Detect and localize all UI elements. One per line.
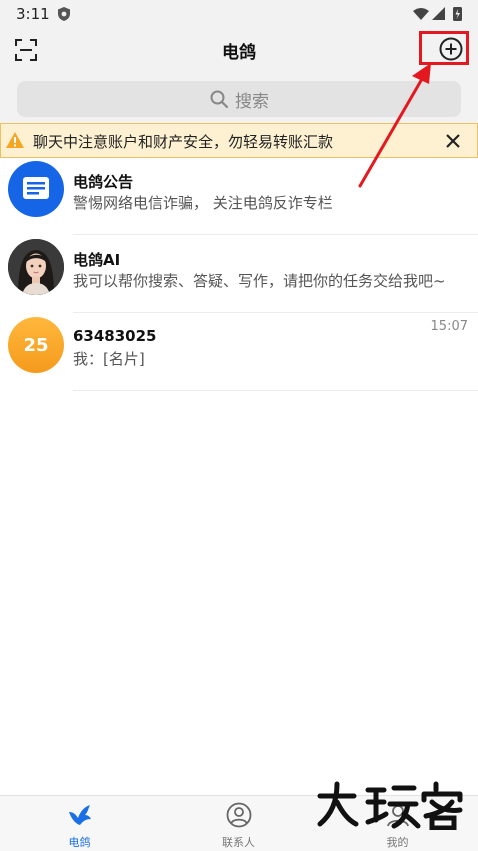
divider <box>73 234 478 235</box>
shield-icon <box>58 7 70 21</box>
avatar-text: 25 <box>23 334 49 356</box>
search-input[interactable]: 搜索 <box>17 81 461 117</box>
tab-messages[interactable]: 电鸽 <box>0 796 159 851</box>
chat-item-announcement[interactable]: 电鸽公告 警惕网络电信诈骗， 关注电鸽反诈专栏 <box>0 158 478 236</box>
notice-avatar <box>8 161 64 217</box>
tab-label: 联系人 <box>222 836 255 849</box>
user-avatar: 25 <box>8 317 64 373</box>
signal-icons <box>413 7 462 21</box>
warning-text: 聊天中注意账户和财产安全，勿轻易转账汇款 <box>33 133 334 151</box>
avatar <box>8 239 64 295</box>
safety-warning-banner: 聊天中注意账户和财产安全，勿轻易转账汇款 <box>0 123 478 158</box>
page-title: 电鸽 <box>222 43 256 63</box>
watermark-logo <box>317 781 463 830</box>
chat-time: 15:07 <box>430 319 468 334</box>
chat-preview: 我可以帮你搜索、答疑、写作，请把你的任务交给我吧~ <box>73 272 446 290</box>
close-icon[interactable] <box>444 132 462 150</box>
tab-label: 我的 <box>386 836 409 849</box>
status-bar: 3:11 <box>0 0 478 28</box>
search-placeholder: 搜索 <box>235 91 269 112</box>
divider <box>73 312 478 313</box>
highlight-box <box>419 31 469 65</box>
divider <box>73 390 478 391</box>
chat-name: 电鸽公告 <box>73 173 134 191</box>
ai-avatar-portrait <box>8 239 64 295</box>
chat-preview: 警惕网络电信诈骗， 关注电鸽反诈专栏 <box>73 194 333 212</box>
app-header: 电鸽 <box>0 28 478 72</box>
pigeon-icon <box>68 805 91 825</box>
tab-contacts[interactable]: 联系人 <box>159 796 318 851</box>
notice-icon <box>23 177 49 199</box>
search-icon <box>210 90 229 109</box>
chat-name: 电鸽AI <box>73 251 121 269</box>
chat-item-user[interactable]: 25 63483025 15:07 我：[名片] <box>0 314 478 392</box>
warning-icon <box>6 132 24 148</box>
chat-name: 63483025 <box>73 327 157 345</box>
chat-item-ai[interactable]: 电鸽AI 我可以帮你搜索、答疑、写作，请把你的任务交给我吧~ <box>0 236 478 314</box>
status-time: 3:11 <box>16 5 50 23</box>
search-area: 搜索 <box>0 72 478 124</box>
contact-icon <box>226 802 251 828</box>
chat-preview: 我：[名片] <box>73 350 145 368</box>
tab-label: 电鸽 <box>68 836 91 849</box>
